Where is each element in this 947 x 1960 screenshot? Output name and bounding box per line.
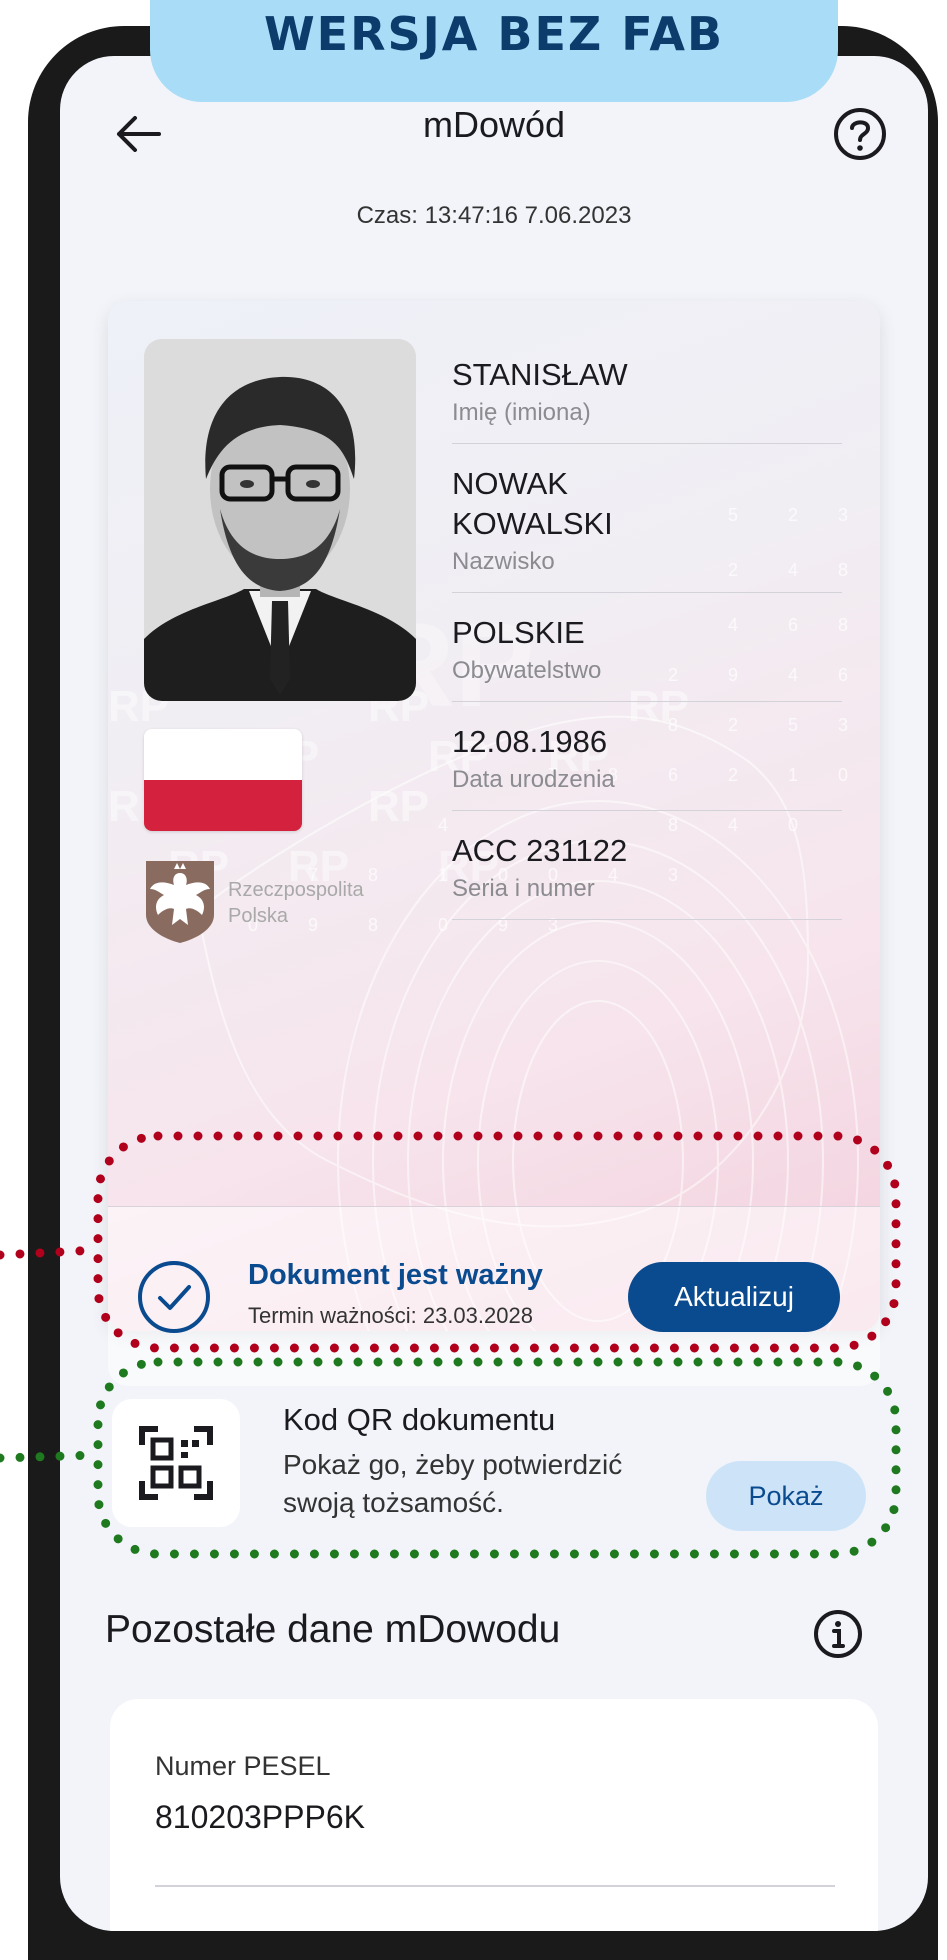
other-data-heading: Pozostałe dane mDowodu xyxy=(105,1608,561,1651)
document-number-value: ACC 231122 xyxy=(452,833,628,868)
birth-date-label: Data urodzenia xyxy=(452,766,615,793)
svg-text:8: 8 xyxy=(368,865,378,885)
app-screen: mDowód Czas: 13:47:16 7.06.2023 RP RP RP xyxy=(60,56,928,1931)
surname-value: NOWAK KOWALSKI xyxy=(452,466,613,541)
check-circle-icon xyxy=(138,1261,210,1333)
qr-title: Kod QR dokumentu xyxy=(283,1402,556,1437)
svg-text:8: 8 xyxy=(368,915,378,935)
country-name: Rzeczpospolita Polska xyxy=(228,879,364,927)
qr-tile[interactable] xyxy=(112,1399,240,1527)
update-button[interactable]: Aktualizuj xyxy=(628,1262,840,1332)
card-fields: STANISŁAW Imię (imiona) NOWAK KOWALSKI N… xyxy=(452,355,842,940)
help-button[interactable] xyxy=(830,104,890,164)
pesel-label: Numer PESEL xyxy=(155,1751,331,1781)
validity-status: Dokument jest ważny Termin ważności: 23.… xyxy=(108,1206,880,1386)
id-card: RP RP RP RP RP RP RP RP RP RP RP RP 523 … xyxy=(108,301,880,1331)
polish-flag xyxy=(144,729,302,831)
eagle-emblem-icon xyxy=(146,861,214,943)
page-title: mDowód xyxy=(422,104,566,145)
citizenship-value: POLSKIE xyxy=(452,615,585,650)
pesel-card: Numer PESEL 810203PPP6K xyxy=(110,1699,878,1931)
field-birth-date: 12.08.1986 Data urodzenia xyxy=(452,722,842,811)
birth-date-value: 12.08.1986 xyxy=(452,724,608,759)
qr-description: Pokaż go, żeby potwierdzić swoją tożsamo… xyxy=(283,1449,623,1518)
version-banner-label: WERSJA BEZ FAB xyxy=(263,7,725,61)
qr-code-icon xyxy=(139,1426,213,1500)
field-surname: NOWAK KOWALSKI Nazwisko xyxy=(452,464,842,593)
validity-title: Dokument jest ważny xyxy=(248,1259,543,1291)
show-qr-button[interactable]: Pokaż xyxy=(706,1461,866,1531)
svg-text:RP: RP xyxy=(368,782,429,831)
portrait-image xyxy=(144,339,416,701)
field-citizenship: POLSKIE Obywatelstwo xyxy=(452,613,842,702)
holder-photo xyxy=(144,339,416,701)
first-name-label: Imię (imiona) xyxy=(452,399,591,426)
validity-expiry: Termin ważności: 23.03.2028 xyxy=(248,1303,533,1328)
version-banner: WERSJA BEZ FAB xyxy=(150,0,838,102)
flag-white-stripe xyxy=(144,729,302,780)
surname-label: Nazwisko xyxy=(452,548,555,575)
pesel-value: 810203PPP6K xyxy=(155,1799,365,1835)
first-name-value: STANISŁAW xyxy=(452,357,628,392)
svg-text:1: 1 xyxy=(438,865,448,885)
info-circle-icon xyxy=(814,1610,862,1658)
question-circle-icon xyxy=(834,108,886,160)
info-button[interactable] xyxy=(812,1608,864,1660)
divider xyxy=(155,1885,835,1887)
flag-red-stripe xyxy=(144,780,302,831)
document-number-label: Seria i numer xyxy=(452,875,595,902)
citizenship-label: Obywatelstwo xyxy=(452,657,602,684)
field-document-number: ACC 231122 Seria i numer xyxy=(452,831,842,920)
svg-text:4: 4 xyxy=(438,815,448,835)
svg-text:0: 0 xyxy=(438,915,448,935)
field-first-name: STANISŁAW Imię (imiona) xyxy=(452,355,842,444)
timestamp: Czas: 13:47:16 7.06.2023 xyxy=(356,202,632,229)
